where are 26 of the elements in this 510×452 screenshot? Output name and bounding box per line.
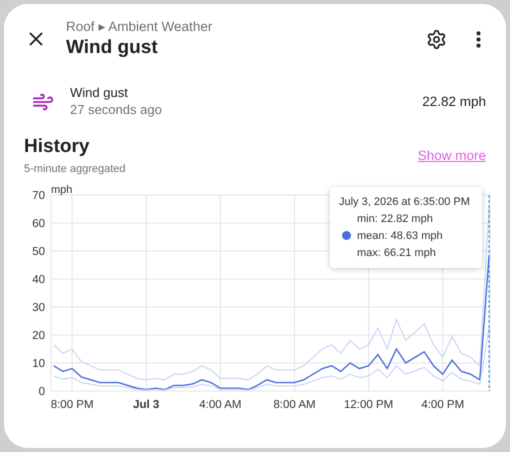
y-tick-label: 60 (32, 218, 45, 230)
y-tick-label: 30 (32, 302, 45, 314)
entity-state: 22.82 mph (422, 94, 486, 109)
x-tick-label: 8:00 PM (50, 399, 94, 411)
y-tick-label: 70 (32, 190, 45, 202)
y-tick-label: 20 (32, 330, 45, 342)
section-subtitle: 5-minute aggregated (24, 163, 126, 175)
tooltip-title: July 3, 2026 at 6:35:00 PM (339, 195, 470, 209)
dialog-title: Wind gust (66, 36, 159, 60)
x-tick-label: 8:00 AM (273, 399, 316, 411)
x-tick-label: 4:00 PM (421, 399, 464, 411)
section-title: History (24, 135, 90, 159)
y-axis-label: mph (51, 185, 72, 196)
tooltip-value: max: 66.21 mph (357, 246, 436, 258)
tooltip-value: mean: 48.63 mph (357, 230, 443, 242)
y-tick-label: 0 (38, 386, 45, 398)
entity-name: Wind gust (70, 84, 129, 101)
tooltip-value: min: 22.82 mph (357, 212, 433, 224)
y-tick-label: 10 (32, 358, 45, 370)
x-tick-label: 4:00 AM (199, 399, 242, 411)
y-tick-label: 50 (32, 246, 45, 258)
last-changed: 27 seconds ago (70, 101, 163, 119)
x-tick-label: Jul 3 (133, 399, 160, 411)
y-tick-label: 40 (32, 274, 45, 286)
breadcrumb: Roof ▸ Ambient Weather (66, 18, 214, 36)
x-tick-label: 12:00 PM (344, 399, 394, 411)
